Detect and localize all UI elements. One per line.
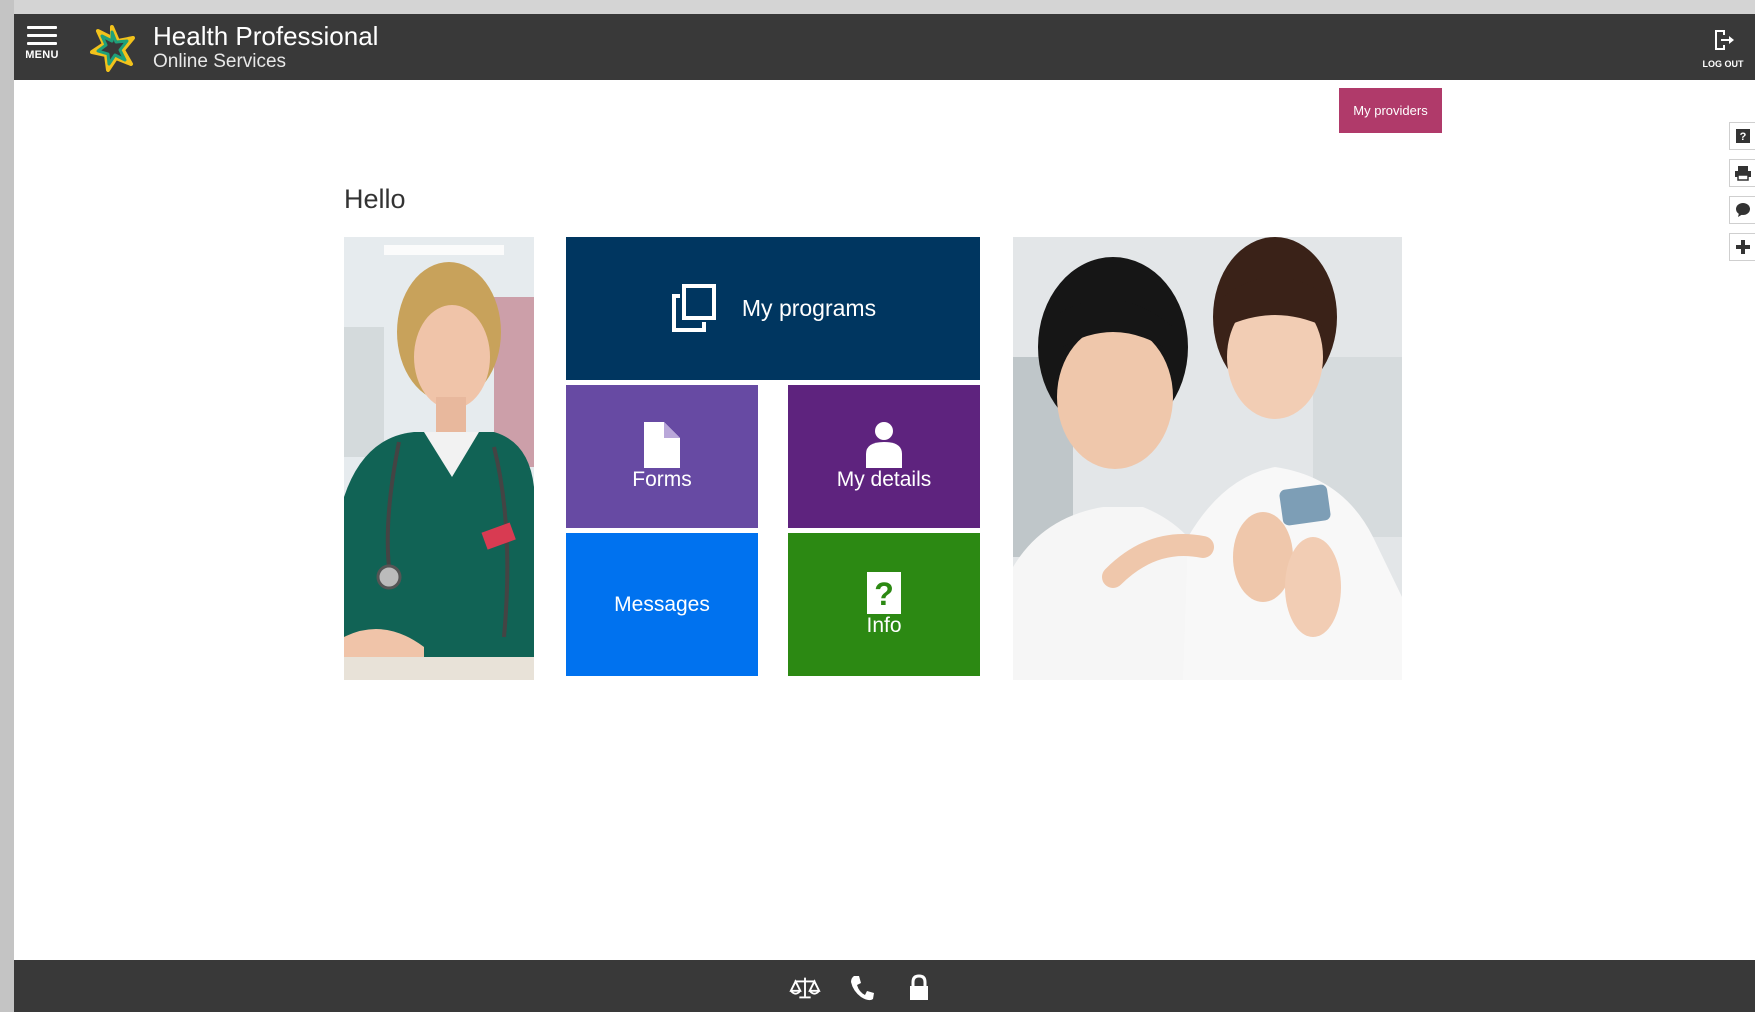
window-left-edge xyxy=(0,0,14,1012)
add-tool-button[interactable] xyxy=(1729,233,1755,261)
menu-icon xyxy=(27,26,57,29)
feedback-icon xyxy=(1736,203,1750,217)
forms-label: Forms xyxy=(632,467,692,491)
copy-icon xyxy=(671,283,716,332)
feedback-tool-button[interactable] xyxy=(1729,196,1755,224)
help-icon: ? xyxy=(1736,129,1750,143)
logout-label: LOG OUT xyxy=(1702,59,1744,69)
footer xyxy=(14,960,1755,1012)
menu-button[interactable]: MENU xyxy=(22,26,62,70)
help-tool-button[interactable]: ? xyxy=(1729,122,1755,150)
menu-label: MENU xyxy=(25,49,59,61)
nurse-illustration xyxy=(344,237,534,680)
scales-icon xyxy=(789,977,821,999)
plus-icon xyxy=(1736,240,1750,254)
my-programs-label: My programs xyxy=(741,295,877,321)
page: MENU Health Professional Online Services… xyxy=(14,14,1755,1012)
lock-icon xyxy=(910,974,928,1000)
nurse-photo xyxy=(344,237,534,680)
contact-link[interactable] xyxy=(846,974,878,1002)
phone-icon xyxy=(851,976,874,1001)
my-providers-button[interactable]: My providers xyxy=(1339,88,1442,133)
forms-tile[interactable]: Forms xyxy=(566,385,758,528)
header: MENU Health Professional Online Services… xyxy=(14,14,1755,80)
document-icon xyxy=(644,421,680,468)
question-icon: ? xyxy=(867,571,901,614)
menu-icon-bar xyxy=(27,42,57,45)
privacy-link[interactable] xyxy=(903,974,935,1002)
logout-button[interactable]: LOG OUT xyxy=(1699,28,1747,69)
menu-icon-bar xyxy=(27,34,57,37)
my-details-tile[interactable]: My details xyxy=(788,385,980,528)
info-label: Info xyxy=(866,613,902,637)
svg-text:?: ? xyxy=(874,576,894,612)
greeting-heading: Hello xyxy=(344,184,406,214)
my-programs-tile[interactable]: My programs xyxy=(566,237,980,380)
brand-title: Health Professional xyxy=(153,21,379,51)
brand-subtitle: Online Services xyxy=(153,51,287,72)
dental-students-photo xyxy=(1013,237,1402,680)
print-icon xyxy=(1735,166,1751,181)
svg-text:?: ? xyxy=(1740,131,1747,143)
person-icon xyxy=(866,421,902,468)
students-illustration xyxy=(1013,237,1402,680)
info-tile[interactable]: ? Info xyxy=(788,533,980,676)
side-toolbar: ? xyxy=(1729,122,1755,270)
messages-tile[interactable]: Messages xyxy=(566,533,758,676)
brand: Health Professional Online Services xyxy=(153,21,378,72)
print-tool-button[interactable] xyxy=(1729,159,1755,187)
terms-link[interactable] xyxy=(789,974,821,1002)
messages-label: Messages xyxy=(614,592,710,616)
window-top-edge xyxy=(0,0,1755,14)
my-details-label: My details xyxy=(836,467,932,491)
logout-icon xyxy=(1715,30,1734,50)
footer-icons xyxy=(789,974,935,1002)
star-logo-icon xyxy=(90,25,135,72)
